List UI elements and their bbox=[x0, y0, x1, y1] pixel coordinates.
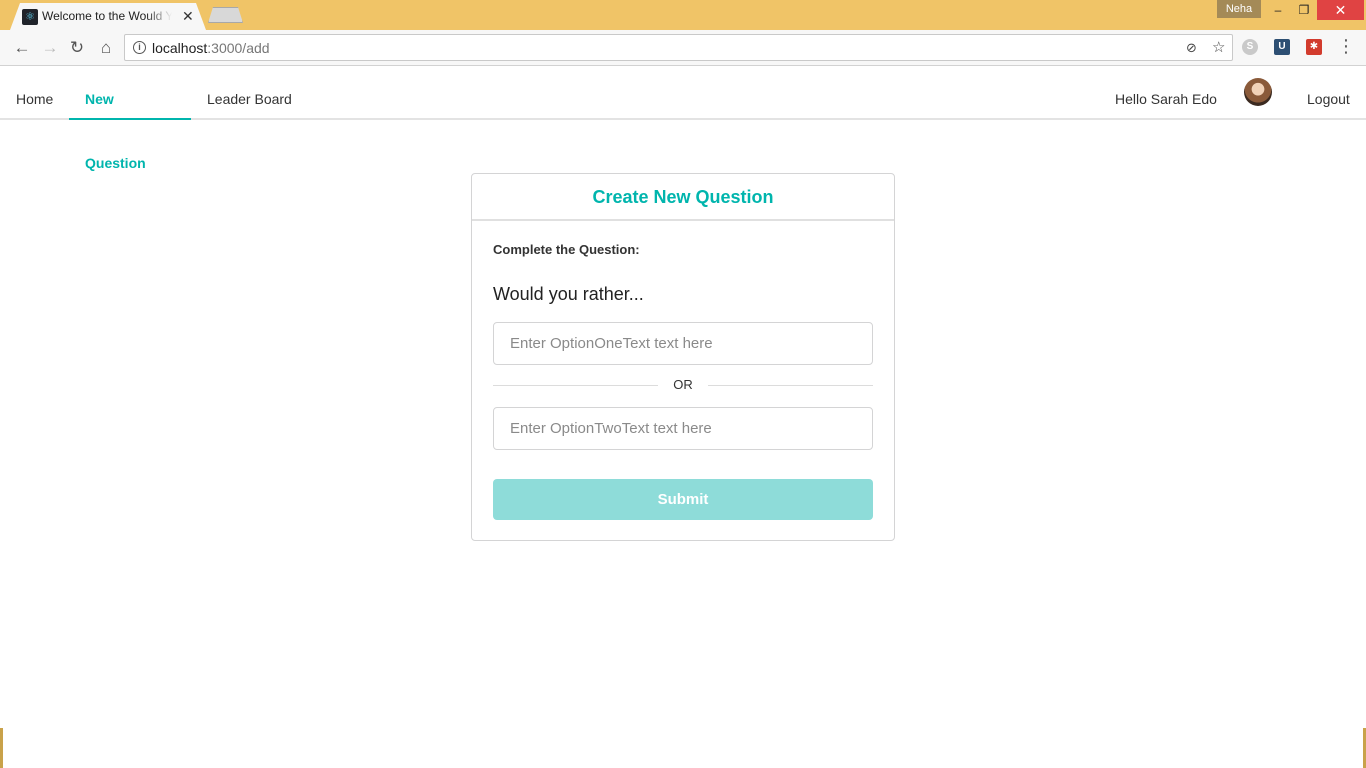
browser-toolbar: ← → ↻ ⌂ i localhost:3000/add ⊘ ☆ bbox=[0, 30, 1366, 66]
reload-icon[interactable]: ↻ bbox=[65, 36, 89, 60]
or-divider: OR bbox=[493, 375, 873, 395]
new-question-card: Create New Question Complete the Questio… bbox=[471, 173, 895, 541]
forward-icon[interactable]: → bbox=[38, 36, 62, 60]
url-text: localhost:3000/add bbox=[152, 40, 270, 56]
tab-close-icon[interactable]: ✕ bbox=[182, 7, 194, 25]
logout-link[interactable]: Logout bbox=[1307, 67, 1350, 131]
browser-tab[interactable]: ⚛ Welcome to the Would You Rather App ✕ bbox=[10, 3, 206, 30]
back-icon[interactable]: ← bbox=[10, 36, 34, 60]
left-window-edge bbox=[0, 728, 3, 768]
address-bar[interactable]: i localhost:3000/add ⊘ ☆ bbox=[124, 34, 1233, 61]
app-navigation: Home New Question Leader Board Hello Sar… bbox=[0, 67, 1366, 171]
submit-button[interactable]: Submit bbox=[493, 479, 873, 520]
browser-titlebar: ⚛ Welcome to the Would You Rather App ✕ … bbox=[0, 0, 1366, 30]
extension-u-icon[interactable]: U bbox=[1274, 39, 1290, 55]
new-tab-button[interactable] bbox=[208, 7, 243, 23]
browser-menu-icon[interactable]: ⋮ bbox=[1337, 36, 1355, 56]
avatar bbox=[1244, 78, 1272, 106]
instruction-text: Complete the Question: bbox=[493, 242, 640, 257]
window-close-icon[interactable]: ✕ bbox=[1317, 0, 1364, 20]
react-favicon-icon: ⚛ bbox=[22, 9, 38, 25]
would-you-rather-heading: Would you rather... bbox=[493, 284, 644, 304]
url-host: localhost bbox=[152, 40, 208, 56]
tab-title: Welcome to the Would You Rather App bbox=[42, 9, 172, 23]
minimize-icon[interactable]: – bbox=[1265, 0, 1291, 20]
profile-badge[interactable]: Neha bbox=[1217, 0, 1261, 18]
nav-leader-board[interactable]: Leader Board bbox=[207, 67, 292, 120]
extension-red-icon[interactable]: ✱ bbox=[1306, 39, 1322, 55]
nav-new-question[interactable]: New Question bbox=[69, 67, 191, 171]
skype-extension-icon[interactable]: S bbox=[1242, 39, 1258, 55]
option-two-input[interactable] bbox=[493, 407, 873, 450]
option-one-input[interactable] bbox=[493, 322, 873, 365]
bookmark-star-icon[interactable]: ☆ bbox=[1212, 38, 1225, 56]
info-icon[interactable]: i bbox=[133, 41, 146, 54]
divider-line-right bbox=[708, 385, 873, 386]
user-greeting: Hello Sarah Edo bbox=[1115, 91, 1217, 107]
translate-blocked-icon[interactable]: ⊘ bbox=[1186, 40, 1197, 56]
card-title: Create New Question bbox=[472, 174, 894, 221]
restore-icon[interactable]: ❐ bbox=[1291, 0, 1317, 20]
url-path: :3000/add bbox=[207, 40, 270, 56]
home-icon[interactable]: ⌂ bbox=[94, 36, 118, 60]
nav-home[interactable]: Home bbox=[16, 67, 53, 120]
